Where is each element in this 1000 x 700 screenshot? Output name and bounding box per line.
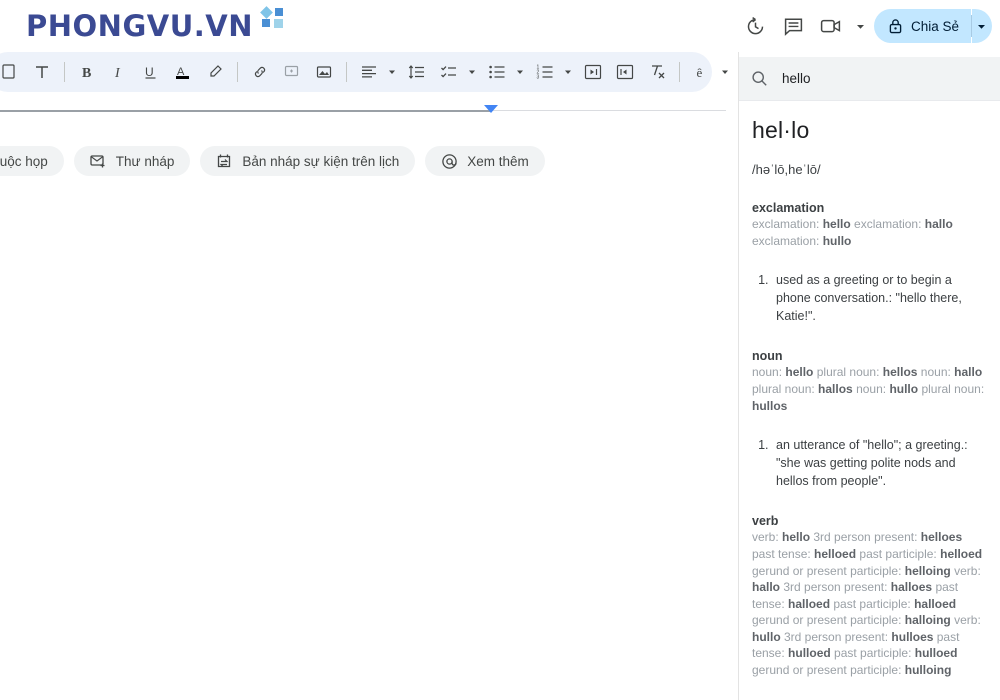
clear-formatting-button[interactable] bbox=[643, 58, 671, 86]
chip-email-draft[interactable]: Thư nháp bbox=[73, 146, 191, 176]
svg-text:B: B bbox=[82, 66, 91, 80]
document-ruler[interactable] bbox=[0, 105, 726, 113]
headword: hel·lo bbox=[752, 117, 810, 143]
document-area: B I U A 1 2 3 ê uộc họp Thư nháp Bản nhá… bbox=[0, 0, 738, 700]
sense-list-exclamation: used as a greeting or to begin a phone c… bbox=[752, 271, 986, 325]
sense-item: used as a greeting or to begin a phone c… bbox=[772, 271, 986, 325]
dictionary-results[interactable]: hel·lo /həˈlō,heˈlō/ exclamation exclama… bbox=[739, 101, 1000, 700]
increase-indent-button[interactable] bbox=[611, 58, 639, 86]
checklist-caret[interactable] bbox=[465, 58, 479, 86]
insert-link-button[interactable] bbox=[246, 58, 274, 86]
pos-label: exclamation bbox=[752, 201, 825, 215]
add-comment-button[interactable] bbox=[278, 58, 306, 86]
lock-icon bbox=[888, 18, 903, 34]
align-button[interactable] bbox=[355, 58, 383, 86]
smart-chip-row: cuộc họp Thư nháp Bản nháp sự kiện trên … bbox=[0, 146, 545, 176]
four-tile-logo-mark bbox=[260, 6, 286, 30]
email-draft-icon bbox=[90, 153, 107, 169]
meet-caret[interactable] bbox=[852, 9, 868, 43]
separator-3 bbox=[346, 62, 347, 82]
pos-label: verb bbox=[752, 514, 779, 529]
font-size-button[interactable] bbox=[28, 58, 56, 86]
sense-list-noun: an utterance of "hello"; a greeting.: "s… bbox=[752, 436, 986, 490]
separator-4 bbox=[679, 62, 680, 82]
text-style-button[interactable] bbox=[0, 58, 24, 86]
underline-button[interactable]: U bbox=[137, 58, 165, 86]
calendar-event-draft-icon bbox=[216, 153, 233, 169]
svg-text:3: 3 bbox=[537, 75, 540, 81]
comment-history-button[interactable] bbox=[776, 9, 810, 43]
chip-label: Thư nháp bbox=[115, 153, 175, 169]
share-button[interactable]: Chia Sẻ bbox=[874, 9, 972, 43]
chip-calendar-event-draft[interactable]: Bản nháp sự kiện trên lịch bbox=[200, 146, 416, 176]
bulleted-list-button[interactable] bbox=[483, 58, 511, 86]
share-label: Chia Sẻ bbox=[911, 18, 960, 34]
spelling-caret[interactable] bbox=[718, 58, 732, 86]
spelling-grammar-button[interactable]: ê bbox=[688, 58, 716, 86]
italic-button[interactable]: I bbox=[105, 58, 133, 86]
phongvu-logo: PHONGVU.VN bbox=[0, 0, 287, 52]
pos-forms: noun: hello plural noun: hellos noun: ha… bbox=[752, 365, 985, 413]
formatting-toolbar: B I U A 1 2 3 ê bbox=[0, 52, 728, 92]
dictionary-panel: Từ điển hel·lo /həˈlō,heˈlō/ exclamation… bbox=[739, 0, 1000, 700]
decrease-indent-button[interactable] bbox=[579, 58, 607, 86]
bold-button[interactable]: B bbox=[73, 58, 101, 86]
pos-forms: exclamation: hello exclamation: hallo ex… bbox=[752, 217, 953, 248]
svg-text:I: I bbox=[114, 66, 121, 80]
google-docs-window: B I U A 1 2 3 ê uộc họp Thư nháp Bản nhá… bbox=[0, 0, 1000, 700]
dictionary-search-row[interactable] bbox=[739, 57, 1000, 101]
align-caret[interactable] bbox=[385, 58, 399, 86]
chip-label: cuộc họp bbox=[0, 153, 48, 169]
highlight-color-button[interactable] bbox=[201, 58, 229, 86]
sense-item: an utterance of "hello"; a greeting.: "s… bbox=[772, 436, 986, 490]
indent-marker[interactable] bbox=[484, 105, 498, 113]
pos-forms: verb: hello 3rd person present: helloes … bbox=[752, 530, 983, 677]
logo-text: PHONGVU.VN bbox=[26, 8, 253, 43]
checklist-button[interactable] bbox=[435, 58, 463, 86]
chip-label: Bản nháp sự kiện trên lịch bbox=[242, 153, 400, 169]
meet-button[interactable] bbox=[814, 9, 848, 43]
share-caret-button[interactable] bbox=[971, 9, 992, 43]
numbered-list-button[interactable]: 123 bbox=[531, 58, 559, 86]
pos-block-verb: verb verb: hello 3rd person present: hel… bbox=[752, 514, 986, 678]
svg-text:ê: ê bbox=[697, 65, 703, 80]
text-color-button[interactable]: A bbox=[169, 58, 197, 86]
insert-image-button[interactable] bbox=[310, 58, 338, 86]
phonetic-transcription: /həˈlō,heˈlō/ bbox=[752, 162, 821, 177]
editing-mode-button[interactable] bbox=[736, 58, 738, 86]
ruler-inactive-track bbox=[490, 110, 726, 111]
separator-2 bbox=[237, 62, 238, 82]
at-mention-icon bbox=[441, 153, 458, 170]
dictionary-search-input[interactable] bbox=[782, 71, 962, 86]
version-history-button[interactable] bbox=[738, 9, 772, 43]
pos-label: noun bbox=[752, 349, 783, 364]
chip-see-more[interactable]: Xem thêm bbox=[425, 146, 545, 176]
ruler-active-track bbox=[0, 110, 490, 112]
top-action-bar: Chia Sẻ bbox=[738, 0, 1000, 52]
line-spacing-button[interactable] bbox=[403, 58, 431, 86]
pos-block-noun: noun noun: hello plural noun: hellos nou… bbox=[752, 349, 986, 414]
chip-meeting-notes[interactable]: cuộc họp bbox=[0, 146, 64, 176]
chip-label: Xem thêm bbox=[467, 153, 529, 169]
bulleted-list-caret[interactable] bbox=[513, 58, 527, 86]
pos-block-exclamation: exclamation exclamation: hello exclamati… bbox=[752, 201, 986, 249]
search-icon bbox=[751, 70, 768, 87]
numbered-list-caret[interactable] bbox=[561, 58, 575, 86]
separator-1 bbox=[64, 62, 65, 82]
svg-text:U: U bbox=[145, 65, 154, 79]
